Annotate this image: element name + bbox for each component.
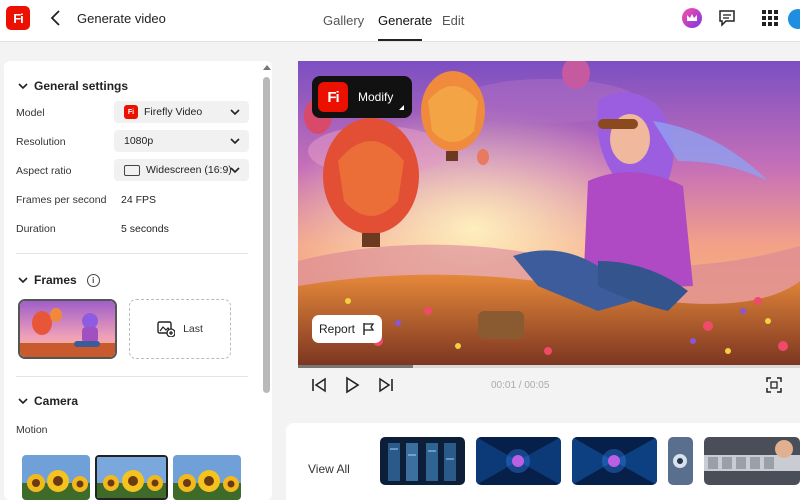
view-all-link[interactable]: View All <box>308 462 350 476</box>
video-progress-bar[interactable] <box>298 365 800 368</box>
modify-label: Modify <box>358 90 394 104</box>
active-tab-indicator <box>378 39 422 41</box>
gallery-thumbnail[interactable] <box>476 437 561 485</box>
resolution-value: 1080p <box>124 135 154 147</box>
top-bar: Fi Generate video Gallery Generate Edit <box>0 0 800 42</box>
chevron-down-icon <box>230 167 240 174</box>
flag-icon <box>363 323 375 335</box>
modify-button[interactable]: Fi Modify <box>312 76 412 118</box>
widescreen-icon <box>124 164 140 176</box>
data-tunnel-image <box>572 437 657 485</box>
sunflower-image <box>97 457 166 498</box>
apps-icon[interactable] <box>762 10 778 26</box>
chevron-down-icon <box>18 83 28 90</box>
video-timecode: 00:01 / 00:05 <box>491 380 549 391</box>
chevron-down-icon <box>230 138 240 145</box>
crown-icon[interactable] <box>682 8 702 28</box>
server-room-image <box>380 437 465 485</box>
firefly-logo: Fi <box>318 82 348 112</box>
motion-option-thumbnail[interactable] <box>22 455 90 500</box>
section-divider <box>16 253 248 254</box>
tab-generate[interactable]: Generate <box>378 13 432 28</box>
gallery-thumbnail[interactable] <box>380 437 465 485</box>
panel-scrollbar[interactable] <box>262 61 272 500</box>
last-frame-slot[interactable]: Last <box>129 299 231 359</box>
report-button[interactable]: Report <box>312 315 382 343</box>
sunflower-image <box>173 455 241 500</box>
video-progress-fill <box>298 365 414 368</box>
model-dropdown[interactable]: Fi Firefly Video <box>114 101 249 123</box>
frames-title: Frames <box>34 273 77 287</box>
first-frame-thumbnail[interactable] <box>18 299 117 359</box>
aspect-ratio-label: Aspect ratio <box>16 165 72 177</box>
general-settings-title: General settings <box>34 79 129 93</box>
chat-icon[interactable] <box>718 9 736 27</box>
resolution-dropdown[interactable]: 1080p <box>114 130 249 152</box>
last-frame-label: Last <box>183 323 203 335</box>
chevron-down-icon <box>18 398 28 405</box>
scrollbar-thumb[interactable] <box>263 77 270 393</box>
skip-forward-icon[interactable] <box>377 376 395 394</box>
settings-panel: General settings Model Fi Firefly Video … <box>4 61 272 500</box>
camera-header[interactable]: Camera <box>18 394 78 408</box>
section-divider <box>16 376 248 377</box>
duration-label: Duration <box>16 223 56 235</box>
info-icon[interactable]: i <box>86 273 100 287</box>
main-tabs: Gallery Generate Edit <box>0 0 800 42</box>
model-value: Firefly Video <box>144 106 203 118</box>
firefly-badge-icon: Fi <box>124 105 138 119</box>
data-tunnel-image <box>476 437 561 485</box>
skip-back-icon[interactable] <box>310 376 328 394</box>
model-label: Model <box>16 107 45 119</box>
gallery-thumbnail[interactable] <box>704 437 800 485</box>
duration-value: 5 seconds <box>121 223 169 235</box>
motion-option-thumbnail[interactable] <box>173 455 241 500</box>
lettering-image <box>704 437 800 485</box>
current-time: 00:01 <box>491 380 517 391</box>
fullscreen-icon[interactable] <box>765 376 783 394</box>
resolution-label: Resolution <box>16 136 66 148</box>
sunflower-image <box>22 455 90 500</box>
general-settings-header[interactable]: General settings <box>18 79 128 93</box>
motion-option-selected-thumbnail[interactable] <box>95 455 168 500</box>
motion-label: Motion <box>16 424 48 436</box>
aspect-ratio-dropdown[interactable]: Widescreen (16:9) <box>114 159 249 181</box>
scroll-up-arrow-icon[interactable] <box>263 65 271 70</box>
chevron-down-icon <box>230 109 240 116</box>
gallery-thumbnail[interactable] <box>668 437 693 485</box>
first-frame-image <box>20 301 115 357</box>
fps-value: 24 FPS <box>121 194 157 206</box>
report-label: Report <box>319 322 356 336</box>
gallery-thumbnail[interactable] <box>572 437 657 485</box>
aspect-ratio-value: Widescreen (16:9) <box>146 164 232 176</box>
tab-edit[interactable]: Edit <box>442 13 464 28</box>
corner-triangle-icon <box>399 105 404 110</box>
total-time: 00:05 <box>524 380 550 391</box>
gallery-image <box>668 437 693 485</box>
frames-header[interactable]: Frames i <box>18 273 100 287</box>
camera-title: Camera <box>34 394 79 408</box>
fps-label: Frames per second <box>16 194 107 206</box>
chevron-down-icon <box>18 277 28 284</box>
add-image-icon <box>157 321 176 337</box>
play-icon[interactable] <box>343 376 361 394</box>
tab-gallery[interactable]: Gallery <box>323 13 364 28</box>
